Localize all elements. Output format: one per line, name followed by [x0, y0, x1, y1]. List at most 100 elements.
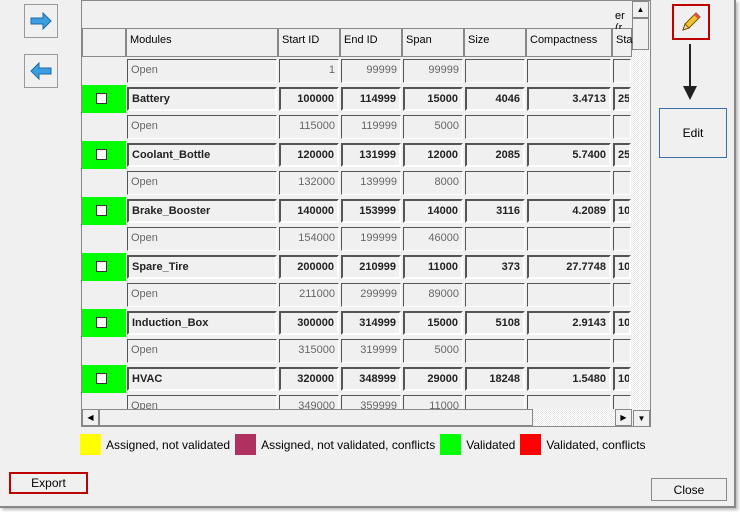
cell-module: Battery — [127, 87, 277, 111]
cell-status — [613, 227, 631, 251]
cell-module: Induction_Box — [127, 311, 277, 335]
legend-label: Assigned, not validated, conflicts — [261, 437, 436, 452]
cell-end: 119999 — [341, 115, 401, 139]
select-checkbox[interactable] — [96, 205, 107, 216]
cell-end: 299999 — [341, 283, 401, 307]
cell-size — [465, 171, 525, 195]
cell-status — [613, 283, 631, 307]
table-row[interactable]: Coolant_Bottle 120000 131999 12000 2085 5.740… — [82, 141, 632, 169]
cell-span: 12000 — [403, 143, 463, 167]
cell-span: 29000 — [403, 367, 463, 391]
cell-size — [465, 227, 525, 251]
table-row[interactable]: Open 211000 299999 89000 — [82, 281, 632, 309]
cell-module: HVAC — [127, 367, 277, 391]
cell-status — [613, 115, 631, 139]
edit-button[interactable]: Edit — [659, 108, 727, 158]
scroll-left-button[interactable]: ◀ — [82, 409, 99, 426]
column-header-modules[interactable]: Modules — [126, 29, 278, 57]
table-row[interactable]: Open 1 99999 99999 — [82, 57, 632, 85]
table-row[interactable]: Spare_Tire 200000 210999 11000 373 27.7748 10 — [82, 253, 632, 281]
cell-compactness — [527, 339, 611, 363]
column-header-size[interactable]: Size — [464, 29, 526, 57]
scroll-down-button[interactable]: ▼ — [633, 410, 650, 426]
cell-start: 300000 — [279, 311, 339, 335]
cell-compactness: 1.5480 — [527, 367, 611, 391]
select-checkbox[interactable] — [96, 261, 107, 272]
cell-size: 2085 — [465, 143, 525, 167]
cell-span: 5000 — [403, 115, 463, 139]
cell-start: 320000 — [279, 367, 339, 391]
cell-end: 131999 — [341, 143, 401, 167]
status-color-cell[interactable] — [82, 309, 126, 337]
cell-span: 15000 — [403, 87, 463, 111]
cell-span: 15000 — [403, 311, 463, 335]
column-header-start-id[interactable]: Start ID — [278, 29, 340, 57]
vertical-scrollbar[interactable]: ▲ — [632, 1, 650, 411]
cell-span: 5000 — [403, 339, 463, 363]
modules-grid: er (r Open 1 99999 99999 Battery 100000 114999… — [81, 0, 651, 427]
cell-start: 1 — [279, 59, 339, 83]
grid-top-header: er (r — [82, 1, 632, 34]
legend-swatch — [520, 434, 542, 455]
export-button[interactable]: Export — [9, 472, 88, 494]
horizontal-scroll-thumb[interactable] — [99, 409, 533, 426]
legend-swatch — [80, 434, 101, 455]
cell-start: 100000 — [279, 87, 339, 111]
table-row[interactable]: Open 154000 199999 46000 — [82, 225, 632, 253]
dialog-window: er (r Open 1 99999 99999 Battery 100000 114999… — [0, 0, 736, 508]
table-row[interactable]: Battery 100000 114999 15000 4046 3.4713 25 — [82, 85, 632, 113]
legend-label: Validated — [466, 437, 516, 452]
cell-compactness — [527, 59, 611, 83]
status-color-cell[interactable] — [82, 365, 126, 393]
select-checkbox[interactable] — [96, 373, 107, 384]
cell-module: Open — [127, 115, 277, 139]
cell-module: Open — [127, 171, 277, 195]
move-right-button[interactable] — [24, 4, 58, 38]
horizontal-scrollbar[interactable]: ◀ ▶ — [82, 409, 632, 426]
select-checkbox[interactable] — [96, 317, 107, 328]
move-left-button[interactable] — [24, 54, 58, 88]
cell-compactness — [527, 171, 611, 195]
cell-compactness: 5.7400 — [527, 143, 611, 167]
status-color-cell[interactable] — [82, 197, 126, 225]
close-button[interactable]: Close — [651, 478, 727, 501]
table-row[interactable]: Open 132000 139999 8000 — [82, 169, 632, 197]
column-header-span[interactable]: Span — [402, 29, 464, 57]
scroll-up-button[interactable]: ▲ — [632, 1, 649, 18]
column-header-sta[interactable]: Sta — [612, 29, 633, 57]
cell-span: 99999 — [403, 59, 463, 83]
arrow-left-icon — [30, 62, 52, 80]
column-header-end-id[interactable]: End ID — [340, 29, 402, 57]
arrow-down-icon — [683, 44, 697, 100]
cell-status: 10 — [613, 367, 631, 391]
cell-end: 319999 — [341, 339, 401, 363]
arrow-right-icon — [30, 12, 52, 30]
table-row[interactable]: Induction_Box 300000 314999 15000 5108 2.9143… — [82, 309, 632, 337]
edit-icon-button[interactable] — [672, 4, 710, 40]
select-checkbox[interactable] — [96, 149, 107, 160]
cell-status: 10 — [613, 199, 631, 223]
table-row[interactable]: HVAC 320000 348999 29000 18248 1.5480 10 — [82, 365, 632, 393]
cell-span: 14000 — [403, 199, 463, 223]
cell-end: 139999 — [341, 171, 401, 195]
select-checkbox[interactable] — [96, 93, 107, 104]
status-color-cell[interactable] — [82, 141, 126, 169]
cell-size — [465, 339, 525, 363]
status-color-cell[interactable] — [82, 85, 126, 113]
cell-size — [465, 115, 525, 139]
cell-start: 140000 — [279, 199, 339, 223]
column-header-select[interactable] — [82, 29, 126, 57]
cell-status: 25 — [613, 87, 631, 111]
cell-compactness — [527, 115, 611, 139]
cell-module: Open — [127, 339, 277, 363]
cell-start: 211000 — [279, 283, 339, 307]
cell-span: 11000 — [403, 255, 463, 279]
table-row[interactable]: Open 115000 119999 5000 — [82, 113, 632, 141]
table-row[interactable]: Open 315000 319999 5000 — [82, 337, 632, 365]
cell-compactness: 27.7748 — [527, 255, 611, 279]
vertical-scroll-thumb[interactable] — [632, 18, 649, 50]
table-row[interactable]: Brake_Booster 140000 153999 14000 3116 4.2089… — [82, 197, 632, 225]
status-color-cell[interactable] — [82, 253, 126, 281]
column-header-compactness[interactable]: Compactness — [526, 29, 612, 57]
scroll-right-button[interactable]: ▶ — [615, 409, 632, 426]
